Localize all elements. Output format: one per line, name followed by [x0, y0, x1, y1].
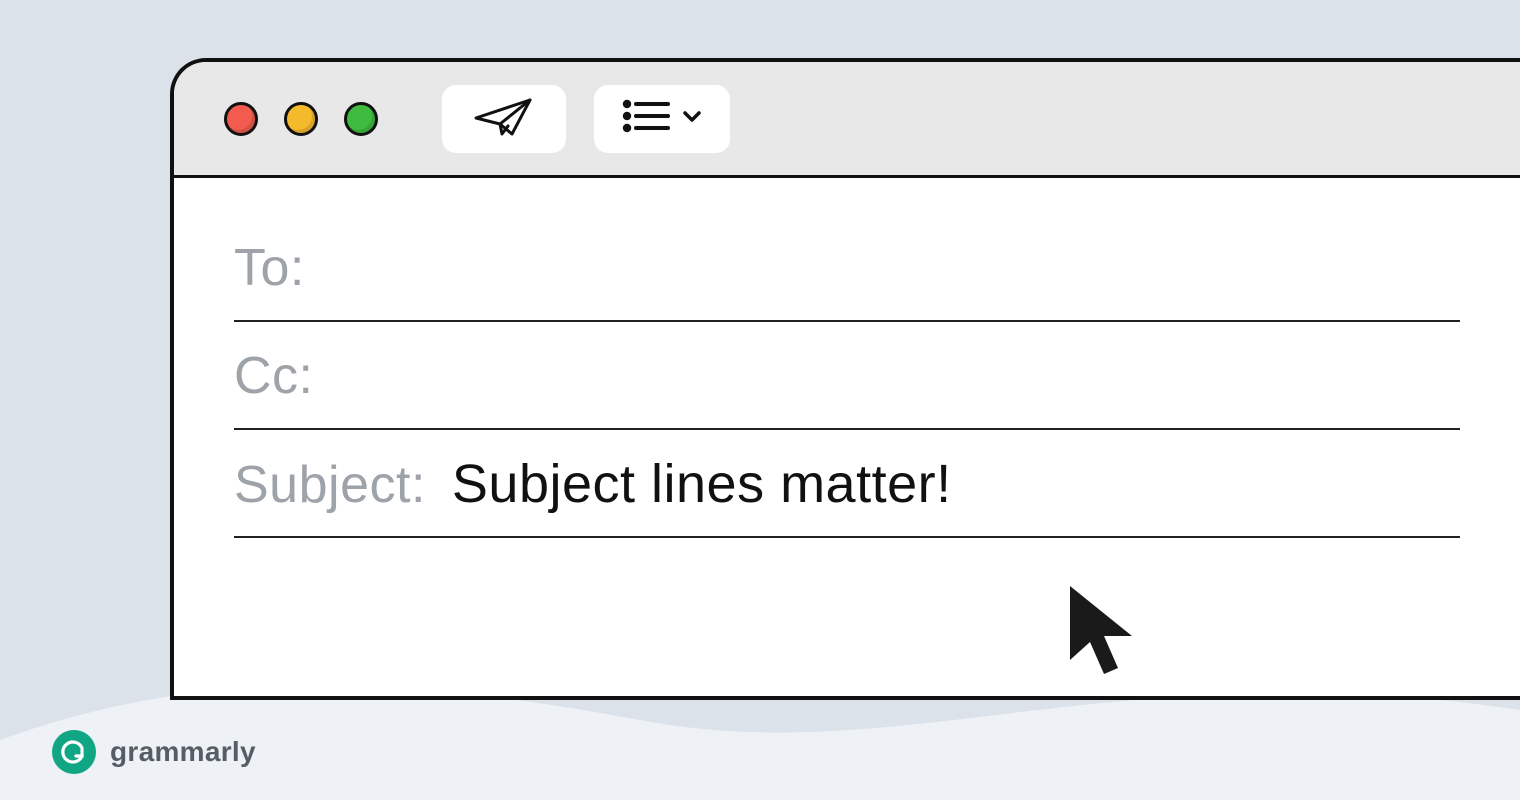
- cc-label: Cc:: [234, 322, 314, 430]
- subject-label: Subject:: [234, 431, 426, 539]
- send-button[interactable]: [442, 85, 566, 153]
- compose-window: To: Cc: Subject: Subject lines matter!: [170, 58, 1520, 700]
- chevron-down-icon: [682, 109, 702, 128]
- cc-row[interactable]: Cc:: [234, 322, 1460, 430]
- window-titlebar: [174, 62, 1520, 178]
- paper-plane-icon: [472, 94, 536, 143]
- zoom-traffic-light[interactable]: [344, 102, 378, 136]
- to-label: To:: [234, 214, 305, 322]
- compose-fields: To: Cc: Subject: Subject lines matter!: [174, 178, 1520, 538]
- close-traffic-light[interactable]: [224, 102, 258, 136]
- traffic-lights: [224, 102, 378, 136]
- to-row[interactable]: To:: [234, 214, 1460, 322]
- cursor-icon: [1060, 580, 1150, 690]
- format-list-button[interactable]: [594, 85, 730, 153]
- brand-logo-icon: [52, 730, 96, 774]
- minimize-traffic-light[interactable]: [284, 102, 318, 136]
- subject-row[interactable]: Subject: Subject lines matter!: [234, 430, 1460, 538]
- subject-value[interactable]: Subject lines matter!: [452, 430, 952, 538]
- brand-name: grammarly: [110, 736, 256, 768]
- list-icon: [622, 99, 670, 138]
- brand: grammarly: [52, 730, 256, 774]
